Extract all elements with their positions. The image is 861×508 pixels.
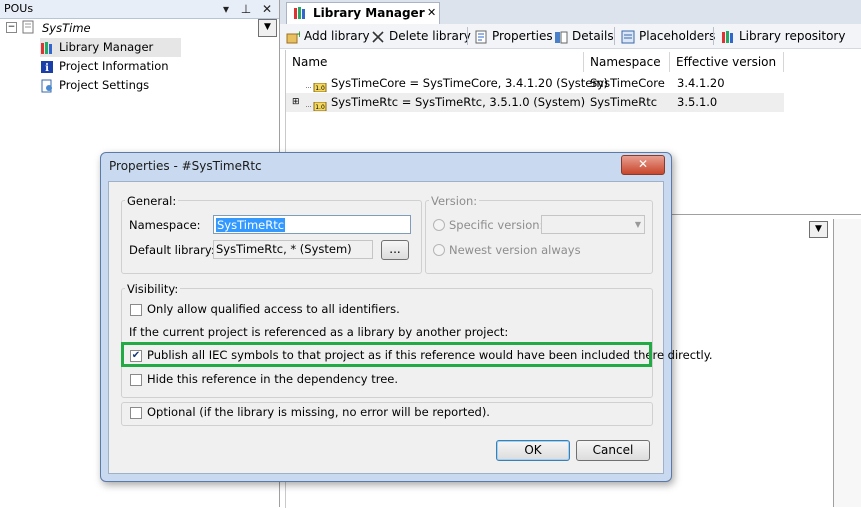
tree-item-project-settings[interactable]: Project Settings: [40, 76, 149, 95]
column-header-namespace[interactable]: Namespace: [584, 52, 670, 72]
highlight-annotation: [121, 342, 652, 367]
properties-icon: [474, 30, 488, 44]
add-library-label: Add library: [304, 29, 370, 43]
library-books-icon: [293, 6, 307, 20]
library-version: 3.4.1.20: [677, 76, 725, 90]
tree-item-label: Project Settings: [59, 78, 150, 92]
cancel-button[interactable]: Cancel: [576, 440, 650, 461]
table-row[interactable]: 1.0 SysTimeCore = SysTimeCore, 3.4.1.20 …: [286, 74, 784, 93]
toolbar-separator: [467, 27, 468, 45]
referenced-note: If the current project is referenced as …: [129, 325, 509, 339]
hide-reference-checkbox[interactable]: [130, 374, 142, 386]
delete-library-button[interactable]: Delete library: [371, 27, 471, 45]
library-version: 3.5.1.0: [677, 95, 718, 109]
general-group: [121, 200, 422, 274]
library-books-icon: [40, 41, 54, 55]
default-library-label: Default library:: [129, 243, 215, 257]
properties-label: Properties: [492, 29, 553, 43]
dialog-body: General: Namespace: SysTimeRtc Default l…: [108, 181, 713, 474]
panel-menu-icon[interactable]: ▾: [218, 1, 234, 17]
qualified-access-label: Only allow qualified access to all ident…: [147, 302, 400, 316]
column-header-name[interactable]: Name: [286, 52, 584, 72]
library-namespace: SysTimeCore: [590, 76, 665, 90]
browse-button[interactable]: ...: [381, 240, 409, 260]
delete-library-label: Delete library: [389, 29, 471, 43]
hide-reference-label: Hide this reference in the dependency tr…: [147, 372, 399, 386]
properties-button[interactable]: Properties: [474, 27, 553, 45]
content-dropdown-button[interactable]: ▼: [809, 221, 828, 238]
library-repository-button[interactable]: Library repository: [721, 27, 845, 45]
details-icon: [554, 30, 568, 44]
library-namespace: SysTimeRtc: [590, 95, 658, 109]
svg-text:1.0: 1.0: [315, 85, 325, 92]
optional-checkbox[interactable]: [130, 407, 142, 419]
details-button[interactable]: Details: [554, 27, 614, 45]
toolbar-separator: [614, 27, 615, 45]
add-library-button[interactable]: + Add library: [286, 27, 370, 45]
close-icon: ✕: [637, 157, 649, 171]
toolbar-separator: [713, 27, 714, 45]
optional-label: Optional (if the library is missing, no …: [147, 405, 490, 419]
properties-dialog: Properties - #SysTimeRtc ✕ General: Name…: [100, 152, 713, 482]
pou-dropdown-button[interactable]: ▼: [258, 19, 277, 37]
project-icon: [21, 20, 35, 34]
svg-text:+: +: [296, 30, 300, 40]
expand-toggle-icon[interactable]: ⊞: [292, 98, 300, 107]
library-reference-icon: 1.0: [306, 98, 328, 112]
pou-panel-title: POUs: [4, 2, 34, 15]
editor-tab-strip: Library Manager ✕: [280, 0, 861, 25]
tab-label: Library Manager: [313, 6, 425, 20]
table-row[interactable]: ⊞ 1.0 SysTimeRtc = SysTimeRtc, 3.5.1.0 (…: [286, 93, 784, 112]
project-root-label[interactable]: SysTime: [42, 21, 91, 35]
default-library-value: SysTimeRtc, * (System): [216, 242, 352, 256]
namespace-label: Namespace:: [129, 218, 201, 232]
placeholders-button[interactable]: Placeholders: [621, 27, 715, 45]
settings-doc-icon: [40, 79, 54, 93]
pou-panel-header: POUs ▾ ⊥ ✕: [0, 0, 279, 19]
placeholders-icon: [621, 30, 635, 44]
tree-item-project-information[interactable]: i Project Information: [40, 57, 169, 76]
library-reference-icon: 1.0: [306, 79, 328, 93]
newest-version-radio[interactable]: [433, 244, 445, 256]
namespace-selected-text: SysTimeRtc: [216, 218, 286, 232]
library-toolbar: + Add library Delete library Properties …: [280, 24, 861, 49]
version-group-label: Version:: [429, 194, 480, 208]
tree-collapse-toggle[interactable]: −: [6, 22, 17, 33]
library-name: SysTimeCore = SysTimeCore, 3.4.1.20 (Sys…: [331, 76, 609, 90]
svg-text:i: i: [45, 63, 49, 74]
add-library-icon: +: [286, 30, 304, 44]
tab-library-manager[interactable]: Library Manager ✕: [286, 2, 440, 24]
column-header-effective-version[interactable]: Effective version: [670, 52, 784, 72]
dialog-close-button[interactable]: ✕: [621, 155, 665, 175]
version-group: [425, 200, 653, 274]
qualified-access-checkbox[interactable]: [130, 304, 142, 316]
details-label: Details: [572, 29, 614, 43]
info-icon: i: [40, 60, 54, 74]
library-books-icon: [721, 30, 735, 44]
right-scroll-strip: [833, 219, 861, 507]
pin-icon[interactable]: ⊥: [238, 1, 254, 17]
tree-item-library-manager[interactable]: Library Manager: [40, 38, 181, 57]
svg-text:1.0: 1.0: [315, 104, 325, 111]
specific-version-label: Specific version:: [449, 218, 544, 232]
visibility-group-label: Visibility:: [125, 282, 181, 296]
tab-close-icon[interactable]: ✕: [427, 6, 436, 19]
specific-version-radio[interactable]: [433, 219, 445, 231]
placeholders-label: Placeholders: [639, 29, 716, 43]
default-library-field: SysTimeRtc, * (System): [213, 240, 373, 259]
specific-version-select[interactable]: ▼: [541, 215, 645, 234]
dialog-title: Properties - #SysTimeRtc: [109, 159, 262, 173]
ok-button[interactable]: OK: [496, 440, 570, 461]
chevron-down-icon: ▼: [634, 220, 641, 229]
delete-x-icon: [371, 30, 385, 44]
library-repository-label: Library repository: [739, 29, 846, 43]
tree-item-label: Library Manager: [59, 40, 154, 54]
tree-item-label: Project Information: [59, 59, 169, 73]
close-icon[interactable]: ✕: [259, 1, 275, 17]
newest-version-label: Newest version always: [449, 243, 581, 257]
general-group-label: General:: [125, 194, 179, 208]
library-name: SysTimeRtc = SysTimeRtc, 3.5.1.0 (System…: [331, 95, 586, 109]
